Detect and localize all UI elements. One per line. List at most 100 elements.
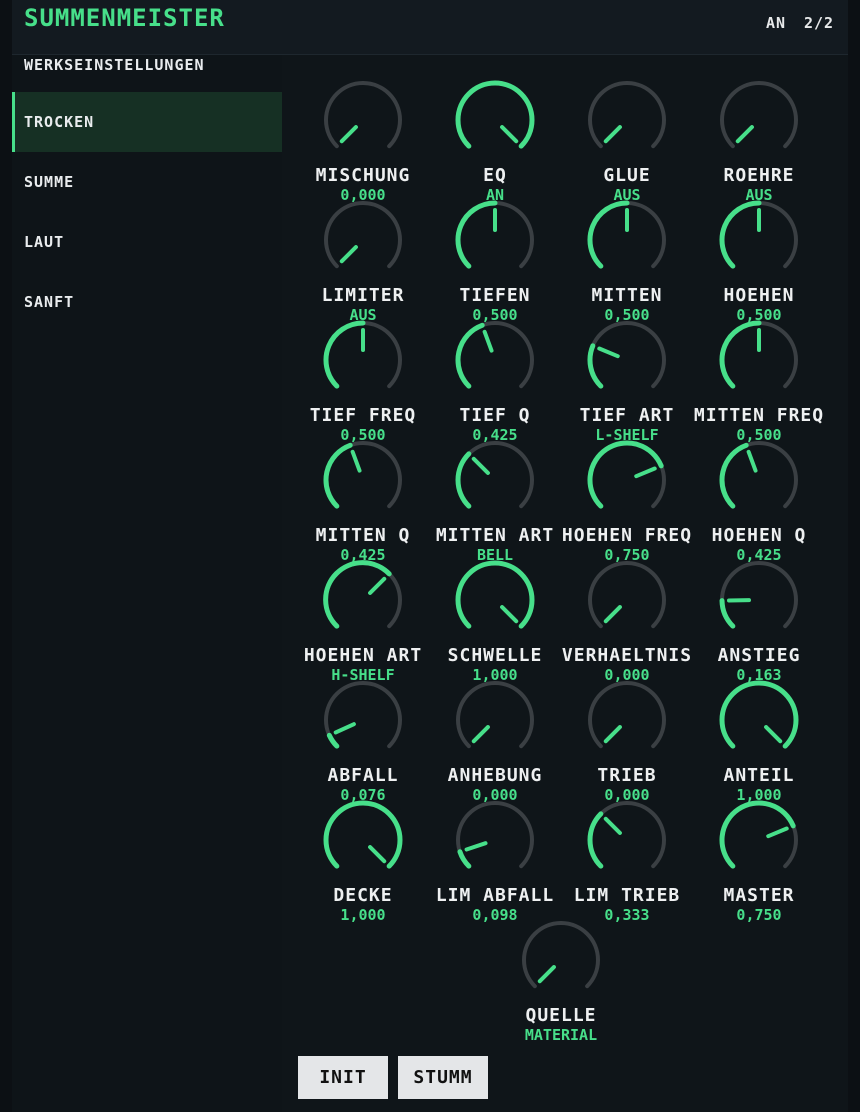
knob-mitten-art[interactable]: MITTEN ART BELL xyxy=(425,422,565,564)
knob-limiter[interactable]: LIMITER AUS xyxy=(293,182,433,324)
knob-track xyxy=(588,561,666,629)
knob-value-arc xyxy=(455,560,535,629)
knob-dial[interactable] xyxy=(719,320,799,400)
knob-mitten[interactable]: MITTEN 0,500 xyxy=(557,182,697,324)
knob-abfall[interactable]: ABFALL 0,076 xyxy=(293,662,433,804)
knob-track xyxy=(522,921,600,989)
knob-value-arc xyxy=(719,320,762,389)
knob-tiefen[interactable]: TIEFEN 0,500 xyxy=(425,182,565,324)
knob-label: DECKE xyxy=(333,885,393,906)
knob-dial[interactable] xyxy=(455,80,535,160)
knob-master[interactable]: MASTER 0,750 xyxy=(689,782,829,924)
knob-tief-art[interactable]: TIEF ART L-SHELF xyxy=(557,302,697,444)
knob-verhaeltnis[interactable]: VERHAELTNIS 0,000 xyxy=(557,542,697,684)
knob-hoehen-art[interactable]: HOEHEN ART H-SHELF xyxy=(293,542,433,684)
knob-dial[interactable] xyxy=(719,800,799,880)
knob-dial[interactable] xyxy=(587,80,667,160)
header-bar: SUMMENMEISTER AN 2/2 xyxy=(12,0,848,55)
knob-glue[interactable]: GLUE AUS xyxy=(557,62,697,204)
knob-tief-freq[interactable]: TIEF FREQ 0,500 xyxy=(293,302,433,444)
knob-indicator xyxy=(500,605,519,624)
knob-dial[interactable] xyxy=(323,80,403,160)
knob-dial[interactable] xyxy=(455,320,535,400)
knob-indicator xyxy=(766,826,789,839)
knob-value: 1,000 xyxy=(340,906,386,924)
init-button[interactable]: INIT xyxy=(298,1056,388,1099)
knob-indicator xyxy=(464,841,488,852)
knob-value-arc xyxy=(719,800,796,869)
knob-indicator xyxy=(735,125,754,144)
knob-track xyxy=(588,321,666,389)
knob-hoehen-freq[interactable]: HOEHEN FREQ 0,750 xyxy=(557,422,697,564)
knob-quelle[interactable]: QUELLE MATERIAL xyxy=(491,902,631,1044)
knob-roehre[interactable]: ROEHRE AUS xyxy=(689,62,829,204)
knob-hoehen-q[interactable]: HOEHEN Q 0,425 xyxy=(689,422,829,564)
sidebar-item-sanft[interactable]: SANFT xyxy=(12,272,282,332)
knob-value-arc xyxy=(587,811,604,869)
knob-dial[interactable] xyxy=(323,200,403,280)
knob-dial[interactable] xyxy=(521,920,601,1000)
knob-value-arc xyxy=(323,560,392,629)
knob-dial[interactable] xyxy=(455,200,535,280)
sidebar-item-summe[interactable]: SUMME xyxy=(12,152,282,212)
knob-dial[interactable] xyxy=(323,320,403,400)
knob-value-arc xyxy=(326,732,340,749)
knob-tief-q[interactable]: TIEF Q 0,425 xyxy=(425,302,565,444)
knob-dial[interactable] xyxy=(455,560,535,640)
knob-dial[interactable] xyxy=(587,680,667,760)
knob-anhebung[interactable]: ANHEBUNG 0,000 xyxy=(425,662,565,804)
knob-lim-trieb[interactable]: LIM TRIEB 0,333 xyxy=(557,782,697,924)
knob-hoehen[interactable]: HOEHEN 0,500 xyxy=(689,182,829,324)
knob-track xyxy=(456,801,534,869)
knob-dial[interactable] xyxy=(719,200,799,280)
knob-mischung[interactable]: MISCHUNG 0,000 xyxy=(293,62,433,204)
preset-sidebar: WERKSEINSTELLUNGEN TROCKEN SUMME LAUT SA… xyxy=(12,55,282,1112)
knob-dial[interactable] xyxy=(323,680,403,760)
knob-indicator xyxy=(471,725,490,744)
power-status[interactable]: AN xyxy=(766,14,786,32)
knob-dial[interactable] xyxy=(719,80,799,160)
knob-value-arc xyxy=(719,680,799,749)
knob-dial[interactable] xyxy=(719,560,799,640)
knob-decke[interactable]: DECKE 1,000 xyxy=(293,782,433,924)
knob-dial[interactable] xyxy=(455,800,535,880)
sidebar-item-trocken[interactable]: TROCKEN xyxy=(12,92,282,152)
knob-dial[interactable] xyxy=(719,440,799,520)
knob-dial[interactable] xyxy=(587,200,667,280)
knob-anteil[interactable]: ANTEIL 1,000 xyxy=(689,662,829,804)
knob-eq[interactable]: EQ AN xyxy=(425,62,565,204)
knob-value-arc xyxy=(323,800,403,869)
sidebar-item-werkseinstellungen[interactable]: WERKSEINSTELLUNGEN xyxy=(12,55,282,75)
sidebar-item-laut[interactable]: LAUT xyxy=(12,212,282,272)
knob-track xyxy=(324,681,402,749)
knob-indicator xyxy=(603,725,622,744)
knob-value-arc xyxy=(719,200,762,269)
knob-value-arc xyxy=(323,442,353,509)
knob-mitten-q[interactable]: MITTEN Q 0,425 xyxy=(293,422,433,564)
knob-dial[interactable] xyxy=(587,560,667,640)
knob-dial[interactable] xyxy=(323,560,403,640)
knob-indicator xyxy=(471,456,490,475)
mute-button[interactable]: STUMM xyxy=(398,1056,488,1099)
knob-anstieg[interactable]: ANSTIEG 0,163 xyxy=(689,542,829,684)
knob-dial[interactable] xyxy=(323,800,403,880)
knob-dial[interactable] xyxy=(587,440,667,520)
knob-mitten-freq[interactable]: MITTEN FREQ 0,500 xyxy=(689,302,829,444)
knob-dial[interactable] xyxy=(323,440,403,520)
knob-grid: MISCHUNG 0,000 EQ AN GLUE AUS ROEHRE AUS LIMITER… xyxy=(282,55,848,1055)
knob-dial[interactable] xyxy=(587,320,667,400)
knob-track xyxy=(324,201,402,269)
knob-dial[interactable] xyxy=(719,680,799,760)
knob-indicator xyxy=(500,125,519,144)
knob-lim-abfall[interactable]: LIM ABFALL 0,098 xyxy=(425,782,565,924)
knob-schwelle[interactable]: SCHWELLE 1,000 xyxy=(425,542,565,684)
knob-indicator xyxy=(482,329,494,353)
page-indicator[interactable]: 2/2 xyxy=(804,14,834,32)
knob-trieb[interactable]: TRIEB 0,000 xyxy=(557,662,697,804)
knob-value-arc xyxy=(455,322,485,389)
knob-indicator xyxy=(597,346,620,359)
knob-dial[interactable] xyxy=(455,680,535,760)
knob-dial[interactable] xyxy=(455,440,535,520)
knob-dial[interactable] xyxy=(587,800,667,880)
knob-label: MASTER xyxy=(723,885,795,906)
